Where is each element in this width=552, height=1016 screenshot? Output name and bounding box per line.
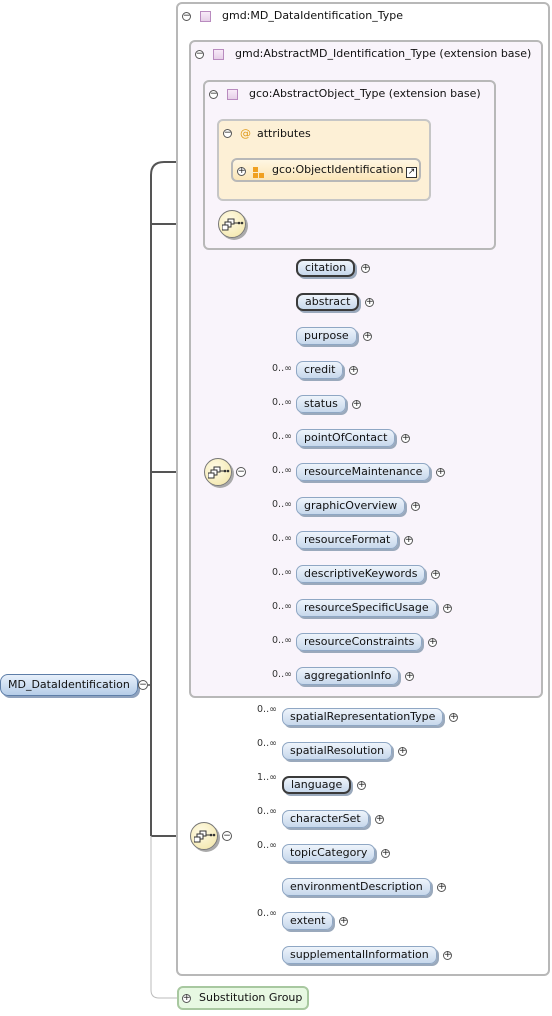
element-resource-format[interactable]: resourceFormat bbox=[296, 531, 399, 549]
collapse-toggle-icon[interactable]: − bbox=[182, 12, 191, 21]
element-spatial-resolution[interactable]: spatialResolution bbox=[282, 742, 393, 760]
element-aggregation-info[interactable]: aggregationInfo bbox=[296, 667, 400, 685]
expand-toggle-icon[interactable]: + bbox=[443, 951, 452, 960]
cardinality-label: 0..∞ bbox=[272, 533, 292, 544]
expand-toggle-icon[interactable]: + bbox=[405, 672, 414, 681]
attribute-group-object-identification[interactable]: + gco:ObjectIdentification ↗ bbox=[231, 158, 421, 182]
element-extent[interactable]: extent bbox=[282, 912, 334, 930]
expand-toggle-icon[interactable]: + bbox=[352, 400, 361, 409]
element-purpose[interactable]: purpose bbox=[296, 327, 357, 345]
cardinality-label: 0..∞ bbox=[272, 601, 292, 612]
extension-frame-title: gmd:AbstractMD_Identification_Type (exte… bbox=[235, 47, 532, 60]
element-point-of-contact[interactable]: pointOfContact bbox=[296, 429, 396, 447]
sequence-compositor-icon[interactable] bbox=[190, 822, 218, 850]
expand-toggle-icon[interactable]: + bbox=[363, 332, 372, 341]
element-supplemental-information[interactable]: supplementalInformation bbox=[282, 946, 437, 964]
collapse-toggle-icon[interactable]: − bbox=[209, 90, 218, 99]
expand-toggle-icon[interactable]: + bbox=[365, 298, 374, 307]
root-element-md-data-identification[interactable]: MD_DataIdentification bbox=[0, 674, 138, 696]
complex-type-icon bbox=[200, 11, 211, 22]
cardinality-label: 0..∞ bbox=[272, 635, 292, 646]
expand-toggle-icon[interactable]: + bbox=[449, 713, 458, 722]
expand-toggle-icon[interactable]: + bbox=[357, 781, 366, 790]
cardinality-label: 0..∞ bbox=[272, 669, 292, 680]
substitution-group-label: Substitution Group bbox=[199, 991, 303, 1004]
element-spatial-representation-type[interactable]: spatialRepresentationType bbox=[282, 708, 444, 726]
element-descriptive-keywords[interactable]: descriptiveKeywords bbox=[296, 565, 426, 583]
expand-toggle-icon[interactable]: + bbox=[443, 604, 452, 613]
cardinality-label: 0..∞ bbox=[257, 908, 277, 919]
expand-toggle-icon[interactable]: + bbox=[437, 883, 446, 892]
cardinality-label: 0..∞ bbox=[257, 840, 277, 851]
expand-toggle-icon[interactable]: + bbox=[349, 366, 358, 375]
cardinality-label: 0..∞ bbox=[257, 704, 277, 715]
expand-toggle-icon[interactable]: + bbox=[404, 536, 413, 545]
expand-toggle-icon[interactable]: + bbox=[339, 917, 348, 926]
connector-line bbox=[150, 836, 177, 999]
attribute-group-icon bbox=[253, 167, 264, 178]
element-environment-description[interactable]: environmentDescription bbox=[282, 878, 431, 896]
element-character-set[interactable]: characterSet bbox=[282, 810, 369, 828]
root-collapse-toggle-icon[interactable]: − bbox=[138, 680, 148, 690]
sequence-compositor-icon[interactable] bbox=[204, 458, 232, 486]
expand-toggle-icon[interactable]: + bbox=[375, 815, 384, 824]
cardinality-label: 0..∞ bbox=[272, 397, 292, 408]
attribute-group-label: gco:ObjectIdentification bbox=[272, 163, 404, 176]
expand-toggle-icon[interactable]: + bbox=[361, 264, 370, 273]
expand-toggle-icon[interactable]: + bbox=[436, 468, 445, 477]
complex-type-icon bbox=[227, 89, 238, 100]
expand-toggle-icon[interactable]: + bbox=[237, 167, 246, 176]
attributes-label: attributes bbox=[257, 127, 311, 140]
cardinality-label: 0..∞ bbox=[272, 499, 292, 510]
element-graphic-overview[interactable]: graphicOverview bbox=[296, 497, 406, 515]
sequence-collapse-toggle-icon[interactable]: − bbox=[222, 831, 232, 841]
cardinality-label: 0..∞ bbox=[272, 363, 292, 374]
expand-toggle-icon[interactable]: + bbox=[398, 747, 407, 756]
sequence-collapse-toggle-icon[interactable]: − bbox=[236, 467, 246, 477]
collapse-toggle-icon[interactable]: − bbox=[223, 129, 232, 138]
element-credit[interactable]: credit bbox=[296, 361, 344, 379]
expand-toggle-icon[interactable]: + bbox=[428, 638, 437, 647]
element-citation[interactable]: citation bbox=[296, 259, 356, 277]
sequence-compositor-icon[interactable] bbox=[218, 210, 246, 238]
expand-toggle-icon[interactable]: + bbox=[431, 570, 440, 579]
element-topic-category[interactable]: topicCategory bbox=[282, 844, 376, 862]
element-abstract[interactable]: abstract bbox=[296, 293, 360, 311]
element-resource-constraints[interactable]: resourceConstraints bbox=[296, 633, 423, 651]
extension-frame-title: gco:AbstractObject_Type (extension base) bbox=[249, 87, 481, 100]
cardinality-label: 0..∞ bbox=[257, 738, 277, 749]
cardinality-label: 0..∞ bbox=[272, 465, 292, 476]
expand-toggle-icon[interactable]: + bbox=[411, 502, 420, 511]
element-resource-specific-usage[interactable]: resourceSpecificUsage bbox=[296, 599, 437, 617]
cardinality-label: 0..∞ bbox=[272, 567, 292, 578]
element-resource-maintenance[interactable]: resourceMaintenance bbox=[296, 463, 431, 481]
complex-type-icon bbox=[213, 49, 224, 60]
type-frame-title: gmd:MD_DataIdentification_Type bbox=[222, 9, 404, 22]
expand-toggle-icon[interactable]: + bbox=[401, 434, 410, 443]
collapse-toggle-icon[interactable]: − bbox=[195, 50, 204, 59]
link-arrow-icon[interactable]: ↗ bbox=[406, 167, 417, 178]
cardinality-label: 1..∞ bbox=[257, 772, 277, 783]
attribute-at-icon: @ bbox=[240, 127, 251, 140]
cardinality-label: 0..∞ bbox=[257, 806, 277, 817]
cardinality-label: 0..∞ bbox=[272, 431, 292, 442]
element-language[interactable]: language bbox=[282, 776, 352, 794]
substitution-group[interactable]: + Substitution Group bbox=[177, 986, 309, 1010]
expand-toggle-icon[interactable]: + bbox=[182, 994, 191, 1003]
expand-toggle-icon[interactable]: + bbox=[381, 849, 390, 858]
element-status[interactable]: status bbox=[296, 395, 346, 413]
